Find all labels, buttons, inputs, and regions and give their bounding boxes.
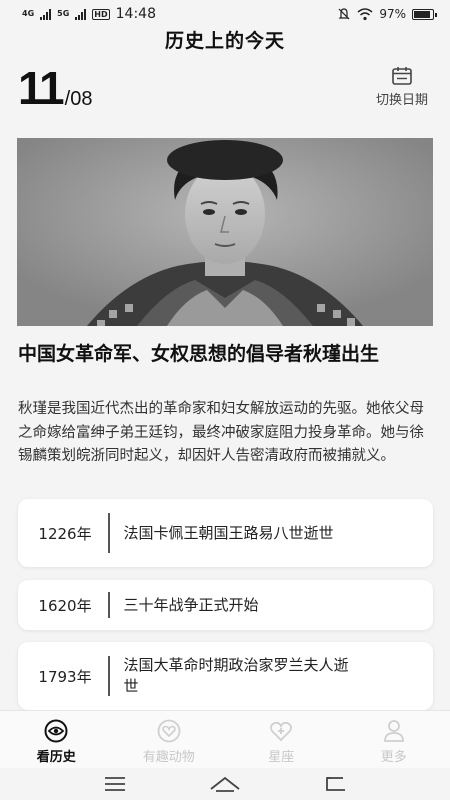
switch-date-label: 切换日期 [375,93,428,108]
menu-button[interactable] [95,772,135,796]
mute-icon [338,8,350,20]
switch-date-button[interactable]: 切换日期 [370,66,434,108]
bottom-tab-bar: 看历史 有趣动物 星座 更多 [0,710,450,768]
eye-icon [44,719,68,743]
heart-icon [157,719,181,743]
tab-label: 更多 [380,750,407,765]
calendar-icon [392,67,412,85]
wifi-icon [357,7,373,20]
home-icon [210,776,240,792]
tab-label: 星座 [268,750,295,765]
signal-icon-2 [75,8,87,20]
date-month: /08 [64,88,93,110]
hd-badge: HD [92,8,110,20]
featured-portrait-image [17,138,433,326]
home-button[interactable] [205,772,245,796]
signal-label-2: 5G [57,9,70,18]
battery-fill [414,10,430,18]
battery-icon [412,8,437,20]
tab-zodiac[interactable]: 星座 [225,711,338,768]
event-year: 1620年 [38,596,92,615]
signal-icon [40,8,52,20]
page-title: 历史上的今天 [164,30,285,52]
tab-animals[interactable]: 有趣动物 [113,711,226,768]
event-card-1793[interactable]: 1793年 法国大革命时期政治家罗兰夫人逝世 [18,642,433,710]
date-day: 11 [18,62,65,114]
event-year: 1793年 [38,667,92,686]
tab-label: 有趣动物 [142,750,195,765]
tab-more[interactable]: 更多 [338,711,450,768]
event-text: 法国大革命时期政治家罗兰夫人逝世 [123,656,349,695]
event-text: 三十年战争正式开始 [123,595,259,614]
status-left: 4G 5G HD 14:48 [22,6,156,22]
tab-history[interactable]: 看历史 [0,711,113,768]
status-time: 14:48 [115,6,156,22]
back-button[interactable] [315,772,355,796]
event-card-1620[interactable]: 1620年 三十年战争正式开始 [18,580,433,630]
featured-headline[interactable]: 中国女革命军、女权思想的倡导者秋瑾出生 [18,342,434,367]
heart-plus-icon [270,721,293,742]
status-right: 97% [337,7,437,21]
back-icon [326,777,345,791]
signal-label-1: 4G [22,9,35,18]
person-icon [383,720,404,742]
system-nav-bar [0,768,450,800]
menu-icon [105,777,125,791]
event-card-1226[interactable]: 1226年 法国卡佩王朝国王路易八世逝世 [18,499,433,567]
event-text: 法国卡佩王朝国王路易八世逝世 [123,523,334,542]
current-date: 11 /08 [18,62,93,114]
tab-label: 看历史 [36,750,76,765]
battery-percent: 97% [379,7,406,21]
featured-summary: 秋瑾是我国近代杰出的革命家和妇女解放运动的先驱。她依父母之命嫁给富绅子弟王廷钧，… [18,401,424,464]
event-year: 1226年 [38,524,92,543]
status-bar: 4G 5G HD 14:48 97% [0,0,450,28]
